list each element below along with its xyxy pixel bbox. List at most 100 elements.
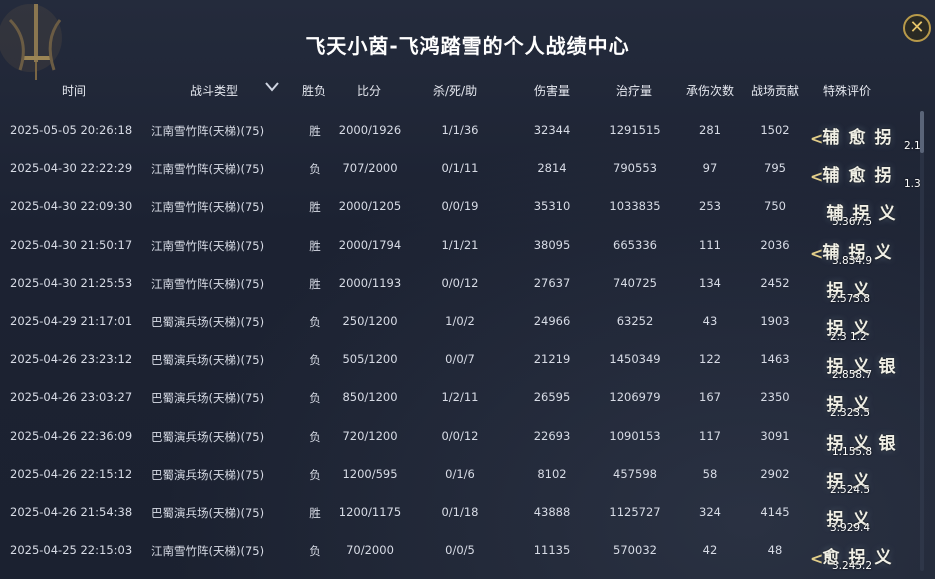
row-result: 负 bbox=[309, 353, 321, 368]
row-score: 2000/1193 bbox=[338, 275, 402, 290]
close-icon[interactable]: ✕ bbox=[903, 14, 931, 42]
row-damage: 27637 bbox=[533, 275, 571, 290]
table-row[interactable]: 2025-04-25 22:15:03 江南雪竹阵(天梯)(75) 负 70/2000… bbox=[0, 531, 920, 572]
table-row[interactable]: 2025-04-29 21:17:01 巴蜀演兵场(天梯)(75) 负 250/120… bbox=[0, 302, 920, 343]
row-hurt-count: 58 bbox=[702, 466, 718, 481]
row-kda: 1/0/2 bbox=[445, 314, 475, 328]
row-hurt-count: 167 bbox=[699, 390, 721, 405]
row-battle-type: 江南雪竹阵(天梯)(75) bbox=[151, 124, 265, 138]
row-heal: 1090153 bbox=[609, 428, 661, 443]
row-contribution: 795 bbox=[764, 161, 786, 176]
header-hurt: 承伤次数 bbox=[686, 84, 735, 98]
row-heal: 1033835 bbox=[609, 199, 661, 214]
row-contribution: 2902 bbox=[760, 466, 790, 481]
evaluation-badge-icon: 辅 bbox=[822, 128, 840, 148]
row-kda: 0/1/18 bbox=[441, 505, 479, 519]
row-time: 2025-04-30 21:25:53 bbox=[10, 275, 133, 290]
row-heal: 665336 bbox=[613, 237, 657, 252]
row-heal: 790553 bbox=[613, 161, 657, 176]
row-result: 负 bbox=[309, 429, 321, 444]
row-battle-type: 江南雪竹阵(天梯)(75) bbox=[151, 238, 265, 253]
row-score: 1200/595 bbox=[342, 466, 398, 481]
row-score: 2000/1205 bbox=[338, 199, 402, 214]
row-kda: 0/1/6 bbox=[445, 466, 475, 481]
evaluation-badge-icon: 义 bbox=[874, 242, 892, 263]
row-kda: 0/0/7 bbox=[445, 352, 475, 367]
table-row[interactable]: 2025-04-30 21:25:53 江南雪竹阵(天梯)(75) 胜 2000/11… bbox=[0, 264, 920, 305]
row-time: 2025-04-30 22:22:29 bbox=[10, 161, 133, 176]
table-row[interactable]: 2025-04-30 22:09:30 江南雪竹阵(天梯)(75) 胜 2000/12… bbox=[0, 187, 920, 228]
row-score: 250/1200 bbox=[342, 314, 398, 328]
row-kda: 0/1/11 bbox=[441, 161, 479, 176]
row-time: 2025-04-26 21:54:38 bbox=[10, 505, 133, 519]
row-heal: 457598 bbox=[613, 466, 657, 481]
row-contribution: 1903 bbox=[760, 314, 790, 328]
header-type[interactable]: 战斗类型 bbox=[190, 82, 238, 99]
chevron-down-icon[interactable] bbox=[264, 80, 280, 94]
table-row[interactable]: 2025-04-26 21:54:38 巴蜀演兵场(天梯)(75) 胜 1200/11… bbox=[0, 493, 920, 534]
evaluation-badge-icon: 愈 bbox=[848, 166, 866, 187]
row-contribution: 2452 bbox=[760, 275, 790, 290]
row-heal: 1125727 bbox=[609, 505, 661, 519]
row-battle-type: 巴蜀演兵场(天梯)(75) bbox=[151, 429, 265, 444]
table-row[interactable]: 2025-04-26 22:36:09 巴蜀演兵场(天梯)(75) 负 720/120… bbox=[0, 417, 920, 458]
row-score: 2000/1794 bbox=[338, 237, 402, 252]
table-header: 时间 战斗类型 胜负 比分 杀/死/助 伤害量 治疗量 承伤次数 战场贡献 特殊… bbox=[0, 78, 935, 102]
row-contribution: 1463 bbox=[760, 352, 790, 367]
row-result: 负 bbox=[309, 544, 321, 559]
row-contribution: 3091 bbox=[760, 428, 790, 443]
evaluation-badge-icon: 拐 bbox=[874, 128, 892, 148]
header-kda: 杀/死/助 bbox=[433, 84, 478, 98]
table-row[interactable]: 2025-04-26 22:15:12 巴蜀演兵场(天梯)(75) 负 1200/59… bbox=[0, 455, 920, 496]
row-battle-type: 江南雪竹阵(天梯)(75) bbox=[151, 162, 265, 177]
row-heal: 1291515 bbox=[609, 123, 661, 137]
row-contribution: 2036 bbox=[760, 237, 790, 252]
row-hurt-count: 281 bbox=[699, 123, 721, 137]
row-result: 胜 bbox=[309, 124, 321, 138]
row-damage: 26595 bbox=[533, 390, 571, 405]
row-hurt-count: 117 bbox=[699, 428, 721, 443]
row-result: 胜 bbox=[309, 238, 321, 253]
scrollbar-thumb[interactable] bbox=[920, 111, 924, 153]
row-damage: 21219 bbox=[533, 352, 571, 367]
row-battle-type: 江南雪竹阵(天梯)(75) bbox=[151, 544, 265, 559]
row-time: 2025-04-29 21:17:01 bbox=[10, 314, 133, 328]
evaluation-badge-icon: 义 bbox=[874, 548, 892, 569]
row-battle-type: 巴蜀演兵场(天梯)(75) bbox=[151, 353, 265, 368]
header-contrib: 战场贡献 bbox=[751, 84, 800, 98]
scroll-track[interactable] bbox=[920, 111, 924, 571]
row-score: 70/2000 bbox=[346, 543, 394, 558]
row-hurt-count: 43 bbox=[702, 314, 718, 328]
row-damage: 8102 bbox=[537, 466, 567, 481]
row-score: 2000/1926 bbox=[338, 123, 402, 137]
evaluation-badge-icon: 愈 bbox=[848, 128, 866, 148]
row-battle-type: 江南雪竹阵(天梯)(75) bbox=[151, 276, 265, 291]
row-hurt-count: 324 bbox=[699, 505, 721, 519]
row-contribution: 4145 bbox=[760, 505, 790, 519]
row-damage: 2814 bbox=[537, 161, 567, 176]
row-time: 2025-05-05 20:26:18 bbox=[10, 123, 133, 137]
table-row[interactable]: 2025-04-30 22:22:29 江南雪竹阵(天梯)(75) 负 707/200… bbox=[0, 149, 921, 190]
table-row[interactable]: 2025-04-26 23:23:12 巴蜀演兵场(天梯)(75) 负 505/120… bbox=[0, 340, 920, 381]
row-score: 850/1200 bbox=[342, 390, 398, 405]
row-hurt-count: 253 bbox=[699, 199, 721, 214]
evaluation-badge-icon: 拐 bbox=[874, 166, 892, 187]
row-damage: 22693 bbox=[533, 428, 571, 443]
row-result: 负 bbox=[309, 162, 321, 177]
table-row[interactable]: 2025-05-05 20:26:18 江南雪竹阵(天梯)(75) 胜 2000/19… bbox=[0, 111, 921, 152]
evaluation-score: 3.245.2 bbox=[832, 560, 873, 573]
table-row[interactable]: 2025-04-26 23:03:27 巴蜀演兵场(天梯)(75) 负 850/120… bbox=[0, 378, 920, 419]
row-kda: 0/0/12 bbox=[441, 275, 479, 290]
row-heal: 740725 bbox=[613, 275, 657, 290]
row-battle-type: 巴蜀演兵场(天梯)(75) bbox=[151, 315, 265, 329]
table-row[interactable]: 2025-04-30 21:50:17 江南雪竹阵(天梯)(75) 胜 2000/17… bbox=[0, 226, 920, 267]
row-kda: 0/0/12 bbox=[441, 428, 479, 443]
header-damage: 伤害量 bbox=[534, 84, 571, 98]
record-panel: 飞天小茵-飞鸿踏雪的个人战绩中心 ✕ 时间 战斗类型 胜负 比分 杀/死/助 伤… bbox=[0, 0, 935, 579]
row-hurt-count: 42 bbox=[702, 543, 718, 558]
evaluation-badge-icon: 义 bbox=[878, 204, 896, 225]
special-evaluation[interactable]: < 愈拐义 3.245.2 bbox=[808, 543, 916, 577]
row-result: 胜 bbox=[309, 200, 321, 215]
row-kda: 0/0/19 bbox=[441, 199, 479, 214]
row-time: 2025-04-26 23:23:12 bbox=[10, 352, 133, 367]
